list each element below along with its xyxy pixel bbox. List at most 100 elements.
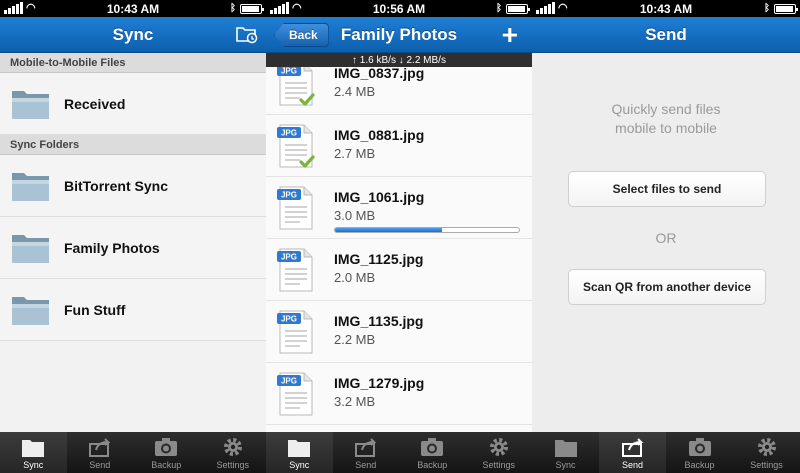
status-time: 10:43 AM xyxy=(639,1,693,16)
tab-label: Send xyxy=(621,460,644,470)
folder-label: BitTorrent Sync xyxy=(64,177,168,194)
send-tab-icon xyxy=(621,438,643,457)
tab-label: Send xyxy=(355,460,377,470)
file-type-badge: JPG xyxy=(281,253,297,262)
tab-label: Sync xyxy=(555,460,576,470)
status-bar: ◠ 10:43 AM ᛒ xyxy=(0,0,266,17)
file-size: 2.7 MB xyxy=(334,146,376,161)
file-name: IMG_1061.jpg xyxy=(334,189,425,205)
tab-send[interactable]: Send xyxy=(67,432,134,473)
sync-tab-icon xyxy=(554,440,577,457)
file-name: IMG_1125.jpg xyxy=(334,251,424,267)
page-title: Family Photos xyxy=(340,24,458,44)
send-tab-icon xyxy=(354,438,377,457)
tab-settings[interactable]: Settings xyxy=(733,432,800,473)
family-photos-screen: ◠ 10:56 AM ᛒ Back Family Photos + ↑ 1.6 … xyxy=(266,0,532,473)
scan-qr-button[interactable]: Scan QR from another device xyxy=(568,269,766,305)
tab-label: Backup xyxy=(151,460,182,470)
file-size: 2.4 MB xyxy=(334,84,376,99)
file-type-badge: JPG xyxy=(281,191,297,200)
nav-bar: Send xyxy=(532,17,800,53)
nav-bar: Back Family Photos + xyxy=(266,17,532,53)
sync-tab-icon xyxy=(22,440,45,457)
send-description: Quickly send files mobile to mobile xyxy=(532,100,800,138)
file-row[interactable]: JPG IMG_1125.jpg 2.0 MB xyxy=(266,239,532,301)
file-jpg-icon: JPG xyxy=(277,124,315,168)
file-size: 3.0 MB xyxy=(334,208,376,223)
folder-row-fun-stuff[interactable]: Fun Stuff xyxy=(0,279,266,341)
tab-settings[interactable]: Settings xyxy=(466,432,533,473)
signal-icon xyxy=(270,2,289,14)
download-progress-fill xyxy=(335,228,442,232)
file-jpg-icon: JPG xyxy=(277,186,313,230)
tab-sync[interactable]: Sync xyxy=(0,432,67,473)
backup-camera-icon xyxy=(688,438,711,456)
section-header-sync: Sync Folders xyxy=(0,135,266,155)
tab-bar: Sync Send Backup Settings xyxy=(0,432,266,473)
tab-settings[interactable]: Settings xyxy=(200,432,267,473)
wifi-icon: ◠ xyxy=(26,2,36,14)
file-type-badge: JPG xyxy=(281,129,297,138)
settings-gear-icon xyxy=(489,438,508,456)
folder-row-bittorrent-sync[interactable]: BitTorrent Sync xyxy=(0,155,266,217)
tab-sync[interactable]: Sync xyxy=(266,432,333,473)
file-row[interactable]: JPG IMG_1135.jpg 2.2 MB xyxy=(266,301,532,363)
file-name: IMG_0837.jpg xyxy=(334,65,425,81)
signal-icon xyxy=(536,2,555,14)
folder-row-family-photos[interactable]: Family Photos xyxy=(0,217,266,279)
wifi-icon: ◠ xyxy=(292,2,302,14)
battery-icon xyxy=(240,3,264,14)
file-name: IMG_1135.jpg xyxy=(334,313,424,329)
file-row[interactable]: JPG IMG_0881.jpg 2.7 MB xyxy=(266,115,532,177)
or-separator: OR xyxy=(655,230,677,246)
tab-send[interactable]: Send xyxy=(333,432,400,473)
send-description-line2: mobile to mobile xyxy=(615,120,717,136)
wifi-icon: ◠ xyxy=(558,2,568,14)
folder-icon xyxy=(12,234,49,263)
settings-gear-icon xyxy=(757,438,776,456)
back-button[interactable]: Back xyxy=(274,23,329,47)
tab-bar: Sync Send Backup Settings xyxy=(532,432,800,473)
folder-row-received[interactable]: Received xyxy=(0,73,266,135)
file-jpg-icon: JPG xyxy=(277,372,313,416)
file-name: IMG_1279.jpg xyxy=(334,375,425,391)
folder-label: Received xyxy=(64,95,126,112)
download-progress-bar xyxy=(334,227,520,233)
tab-label: Sync xyxy=(23,460,44,470)
bluetooth-icon: ᛒ xyxy=(496,3,502,14)
backup-camera-icon xyxy=(155,438,178,456)
tab-sync[interactable]: Sync xyxy=(532,432,599,473)
tab-send[interactable]: Send xyxy=(599,432,666,473)
tab-backup[interactable]: Backup xyxy=(133,432,200,473)
bluetooth-icon: ᛒ xyxy=(230,3,236,14)
file-jpg-icon: JPG xyxy=(277,248,313,292)
select-files-button[interactable]: Select files to send xyxy=(568,171,766,207)
tab-label: Settings xyxy=(482,460,516,470)
file-type-badge: JPG xyxy=(281,377,297,386)
add-button[interactable]: + xyxy=(502,20,518,50)
file-size: 2.2 MB xyxy=(334,332,376,347)
add-folder-icon[interactable] xyxy=(236,24,258,44)
backup-camera-icon xyxy=(421,438,444,456)
status-bar: ◠ 10:56 AM ᛒ xyxy=(266,0,532,17)
page-title: Send xyxy=(645,24,687,44)
sync-tab-icon xyxy=(288,440,311,457)
tab-label: Sync xyxy=(289,460,310,470)
tab-backup[interactable]: Backup xyxy=(666,432,733,473)
tab-label: Settings xyxy=(216,460,250,470)
file-jpg-icon: JPG xyxy=(277,62,315,106)
bluetooth-icon: ᛒ xyxy=(764,3,770,14)
file-row[interactable]: JPG IMG_1279.jpg 3.2 MB xyxy=(266,363,532,425)
file-row[interactable]: JPG IMG_1061.jpg 3.0 MB xyxy=(266,177,532,239)
tab-backup[interactable]: Backup xyxy=(399,432,466,473)
battery-icon xyxy=(506,3,530,14)
tab-label: Send xyxy=(89,460,111,470)
file-name: IMG_0881.jpg xyxy=(334,127,425,143)
folder-icon xyxy=(12,172,49,201)
file-type-badge: JPG xyxy=(281,315,297,324)
file-size: 3.2 MB xyxy=(334,394,376,409)
file-type-badge: JPG xyxy=(281,67,297,76)
status-bar: ◠ 10:43 AM ᛒ xyxy=(532,0,800,17)
tab-label: Settings xyxy=(750,460,783,470)
signal-icon xyxy=(4,2,23,14)
